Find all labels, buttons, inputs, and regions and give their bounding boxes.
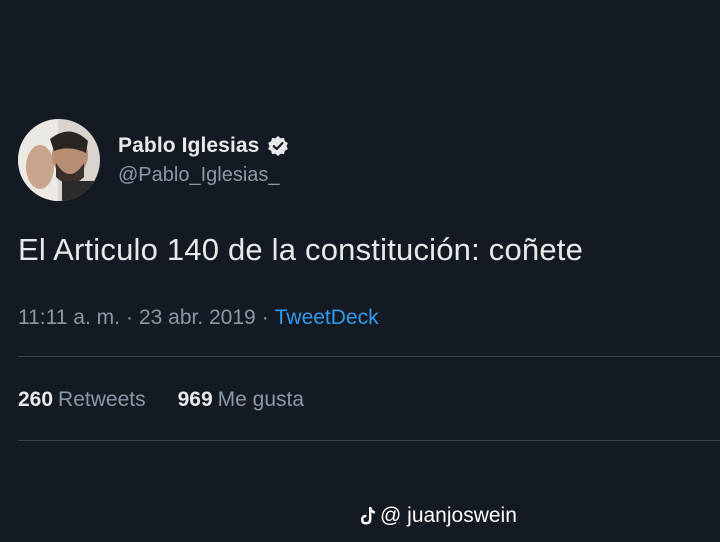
retweets-stat[interactable]: 260 Retweets xyxy=(18,388,146,412)
display-name[interactable]: Pablo Iglesias xyxy=(118,134,259,158)
tweet-meta: 11:11 a. m. · 23 abr. 2019 · TweetDeck xyxy=(18,306,379,330)
likes-stat[interactable]: 969 Me gusta xyxy=(178,388,304,412)
tweet-source-link[interactable]: TweetDeck xyxy=(275,306,379,329)
tweet-text: El Articulo 140 de la constitución: coñe… xyxy=(18,232,584,267)
verified-badge-icon xyxy=(267,135,289,157)
tweet-date[interactable]: 23 abr. 2019 xyxy=(139,306,256,329)
tweet-time[interactable]: 11:11 a. m. xyxy=(18,306,120,329)
retweets-label: Retweets xyxy=(58,388,146,411)
divider xyxy=(18,356,720,357)
meta-separator: · xyxy=(125,306,133,329)
divider xyxy=(18,440,720,441)
likes-label: Me gusta xyxy=(217,388,305,411)
retweets-count: 260 xyxy=(18,388,54,411)
user-names: Pablo Iglesias @Pablo_Iglesias_ xyxy=(118,134,289,187)
display-name-row: Pablo Iglesias xyxy=(118,134,289,158)
avatar[interactable] xyxy=(18,119,100,201)
watermark-text: @ juanjoswein xyxy=(380,504,517,527)
tiktok-icon xyxy=(361,507,375,525)
user-handle[interactable]: @Pablo_Iglesias_ xyxy=(118,164,289,187)
meta-separator: · xyxy=(261,306,269,329)
tweet-stats: 260 Retweets 969 Me gusta xyxy=(18,388,336,412)
likes-count: 969 xyxy=(177,388,213,411)
avatar-photo xyxy=(18,119,100,201)
tweet-header: Pablo Iglesias @Pablo_Iglesias_ xyxy=(18,118,289,202)
watermark: @ juanjoswein xyxy=(360,504,517,528)
tweet-card: Pablo Iglesias @Pablo_Iglesias_ El Artic… xyxy=(0,0,720,542)
